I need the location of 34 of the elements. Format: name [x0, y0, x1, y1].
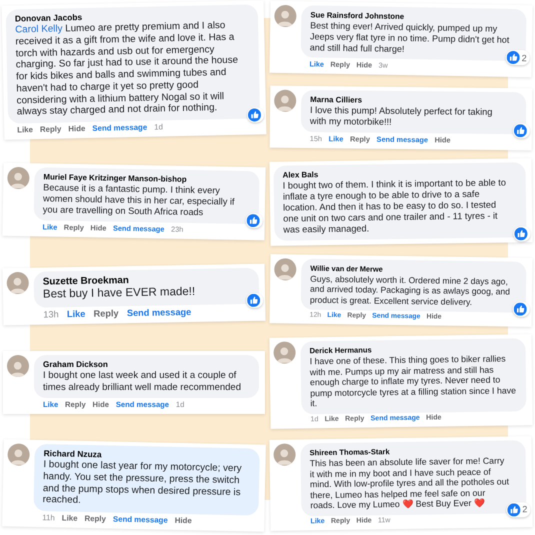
thumbs-up-icon — [514, 228, 528, 241]
reaction-badge[interactable] — [246, 107, 264, 123]
comment-text: I bought one last week and used it a couple of times already brilliant well made recommended — [43, 370, 242, 393]
comment-text: I bought two of them. I think it is important to be able to inflate a tyre enough to be able to drive to a safe location. And then it has to be easy to do so. I tested one unit on two cars and one trailer and - 11 tyres - it was easily managed. — [282, 178, 507, 236]
thumbs-up-icon — [506, 51, 520, 64]
reaction-badge[interactable]: 2 — [506, 502, 530, 518]
thumbs-up-icon — [248, 108, 262, 122]
mention-link[interactable]: Carol Kelly — [15, 24, 63, 36]
comment-text: Because it is a fantastic pump. I think every women should have this in her car, especially if you are travelling on South Africa roads — [42, 182, 236, 220]
thumbs-up-icon — [247, 294, 260, 308]
comment-text: I love this pump! Absolutely perfect for taking with my motorbike!!! — [310, 104, 494, 129]
comment-text: Guys, absolutely worth it. Ordered mine 2 days ago, and arrived today. Packaging is as awlays goog, and product is great. Excellent service delivery. — [310, 274, 510, 308]
comment-text: I bought one last year for my motorcycle; very handy. You set the pressure, press the switch and the pump stops when desired pressure is reached. — [42, 459, 243, 508]
reaction-badge[interactable]: 2 — [506, 50, 530, 66]
commenter-name[interactable]: Suzette Broekman — [42, 275, 129, 288]
reaction-badge[interactable] — [246, 292, 264, 308]
reaction-badge[interactable] — [246, 213, 263, 228]
timestamp: 13h — [43, 309, 59, 320]
thumbs-up-icon — [246, 214, 260, 228]
action-link[interactable]: Reply — [94, 308, 119, 319]
thumbs-up-icon — [507, 503, 520, 516]
commenter-name[interactable]: Graham Dickson — [43, 360, 108, 370]
comment-text: Best buy I have EVER made!! — [42, 285, 196, 303]
reaction-badge[interactable] — [512, 301, 530, 317]
reaction-count: 2 — [522, 504, 528, 515]
reaction-count: 2 — [522, 53, 527, 64]
commenter-name[interactable]: Richard Nzuza — [44, 448, 102, 460]
comment-text: I have one of these. This thing goes to biker rallies with me. Pumps up my air matress and still has enough charge to inflate my tyres. Never need to pump motorcycle tyres at a filling station since I have it. — [310, 354, 518, 410]
thumbs-up-icon — [514, 124, 527, 138]
reaction-badge[interactable] — [512, 123, 530, 138]
reaction-badge[interactable] — [513, 226, 531, 242]
action-link[interactable]: Like — [66, 308, 86, 320]
action-link[interactable]: Send message — [126, 307, 192, 318]
thumbs-up-icon — [514, 302, 527, 316]
